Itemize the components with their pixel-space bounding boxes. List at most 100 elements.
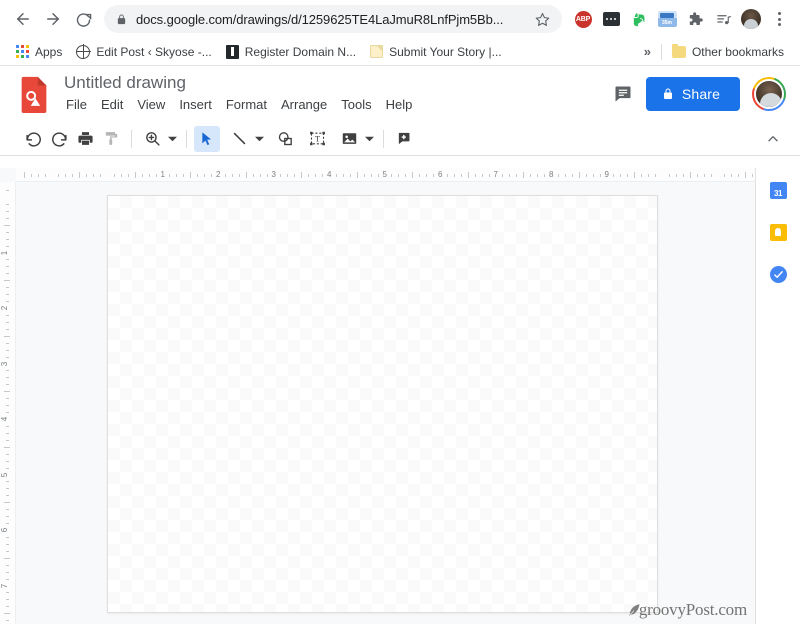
back-button[interactable]	[8, 4, 38, 34]
line-dropdown-caret-icon[interactable]	[252, 126, 266, 152]
ruler-tick	[4, 446, 10, 448]
bookmark-register-domain[interactable]: Register Domain N...	[220, 42, 362, 62]
print-icon[interactable]	[72, 126, 98, 152]
ruler-tick	[287, 173, 289, 177]
ruler-tick	[141, 173, 143, 177]
browser-window: docs.google.com/drawings/d/1259625TE4LaJ…	[0, 0, 800, 624]
ruler-tick	[176, 173, 178, 177]
menu-arrange[interactable]: Arrange	[275, 95, 333, 115]
ruler-tick	[5, 342, 9, 344]
select-tool-icon[interactable]	[194, 125, 220, 152]
redo-icon[interactable]	[46, 126, 72, 152]
bookmark-star-icon[interactable]	[535, 12, 550, 27]
google-drawings-logo-icon	[18, 75, 50, 113]
reload-button[interactable]	[68, 4, 98, 34]
ruler-tick	[668, 173, 670, 177]
bookmark-apps[interactable]: Apps	[10, 42, 68, 62]
chrome-menu-icon[interactable]	[766, 6, 792, 32]
menu-edit[interactable]: Edit	[95, 95, 129, 115]
menu-help[interactable]: Help	[380, 95, 419, 115]
ruler-tick	[655, 173, 657, 177]
line-tool-icon[interactable]	[226, 126, 252, 152]
ruler-number: 6	[0, 527, 10, 533]
ruler-tick	[65, 173, 67, 177]
menu-insert[interactable]: Insert	[173, 95, 218, 115]
ruler-tick	[356, 172, 358, 178]
ruler-tick	[5, 606, 9, 608]
ruler-number: 8	[549, 170, 554, 179]
profile-avatar-icon[interactable]	[738, 6, 764, 32]
dots-extension-icon[interactable]	[598, 6, 624, 32]
ruler-tick	[315, 173, 317, 177]
sidebar-item-tasks[interactable]	[766, 262, 790, 286]
ruler-tick	[280, 173, 282, 177]
share-button[interactable]: Share	[645, 77, 740, 111]
ruler-tick	[5, 321, 9, 323]
menu-view[interactable]: View	[131, 95, 171, 115]
menu-file[interactable]: File	[60, 95, 93, 115]
ruler-tick	[4, 502, 10, 504]
ruler-tick	[544, 173, 546, 177]
ruler-tick	[703, 173, 705, 177]
bookmark-edit-post[interactable]: Edit Post ‹ Skyose -...	[70, 42, 217, 62]
adblock-plus-icon[interactable]: ABP	[570, 6, 596, 32]
ruler-tick	[5, 439, 9, 441]
ruler-tick	[183, 173, 185, 177]
forward-button[interactable]	[38, 4, 68, 34]
comment-icon[interactable]	[612, 83, 634, 105]
screen-capture-icon[interactable]: 35m	[654, 6, 680, 32]
vertical-ruler[interactable]: 1 2 3 4 5 6 7	[0, 182, 16, 624]
page-icon	[370, 45, 384, 58]
image-tool-icon[interactable]	[336, 126, 362, 152]
zoom-dropdown-caret-icon[interactable]	[165, 126, 179, 152]
ruler-tick	[5, 259, 9, 261]
ruler-number: 9	[604, 170, 609, 179]
ruler-tick	[72, 173, 74, 177]
bookmarks-bar: Apps Edit Post ‹ Skyose -... Register Do…	[0, 38, 800, 66]
extensions-puzzle-icon[interactable]	[682, 6, 708, 32]
horizontal-ruler[interactable]: 1 2 3 4 5 6 7 8 9	[16, 168, 755, 182]
ruler-tick	[5, 599, 9, 601]
evernote-icon[interactable]	[626, 6, 652, 32]
sidebar-item-keep[interactable]	[766, 220, 790, 244]
ruler-tick	[5, 564, 9, 566]
ruler-tick	[460, 173, 462, 177]
ruler-tick	[169, 173, 171, 177]
ruler-number: 7	[0, 583, 10, 588]
paint-format-icon[interactable]	[98, 126, 124, 152]
document-title[interactable]: Untitled drawing	[64, 73, 612, 93]
ruler-tick	[211, 173, 213, 177]
ruler-tick	[620, 173, 622, 177]
editor-workspace: 1 2 3 4 5 6 7 8 9 1 2 3 4 5 6 7 groovyPost.com	[0, 168, 755, 624]
add-comment-icon[interactable]	[391, 126, 417, 152]
ruler-number: 3	[0, 361, 10, 366]
menu-format[interactable]: Format	[220, 95, 273, 115]
bookmarks-overflow-button[interactable]: »	[638, 44, 657, 59]
zoom-in-icon[interactable]	[139, 126, 165, 152]
dark-square-icon	[225, 44, 239, 59]
ruler-tick	[5, 460, 9, 462]
ruler-tick	[4, 280, 10, 282]
ruler-tick	[5, 536, 9, 538]
menu-tools[interactable]: Tools	[335, 95, 377, 115]
ruler-tick	[426, 173, 428, 177]
bookmark-submit-story[interactable]: Submit Your Story |...	[364, 42, 508, 62]
ruler-tick	[523, 172, 525, 178]
address-bar[interactable]: docs.google.com/drawings/d/1259625TE4LaJ…	[104, 5, 562, 33]
media-control-icon[interactable]	[710, 6, 736, 32]
image-dropdown-caret-icon[interactable]	[362, 126, 376, 152]
ruler-number: 5	[382, 170, 387, 179]
ruler-tick	[4, 391, 10, 393]
sidebar-item-calendar[interactable]: 31	[766, 178, 790, 202]
account-avatar[interactable]	[752, 77, 786, 111]
ruler-tick	[5, 488, 9, 490]
drawing-canvas[interactable]	[107, 195, 658, 613]
bookmark-other-bookmarks[interactable]: Other bookmarks	[666, 42, 790, 62]
undo-icon[interactable]	[20, 126, 46, 152]
text-box-tool-icon[interactable]: T	[304, 126, 330, 152]
chevron-up-icon[interactable]	[760, 126, 786, 152]
ruler-tick	[301, 172, 303, 178]
ruler-tick	[419, 173, 421, 177]
ruler-tick	[5, 210, 9, 212]
shape-tool-icon[interactable]	[272, 126, 298, 152]
